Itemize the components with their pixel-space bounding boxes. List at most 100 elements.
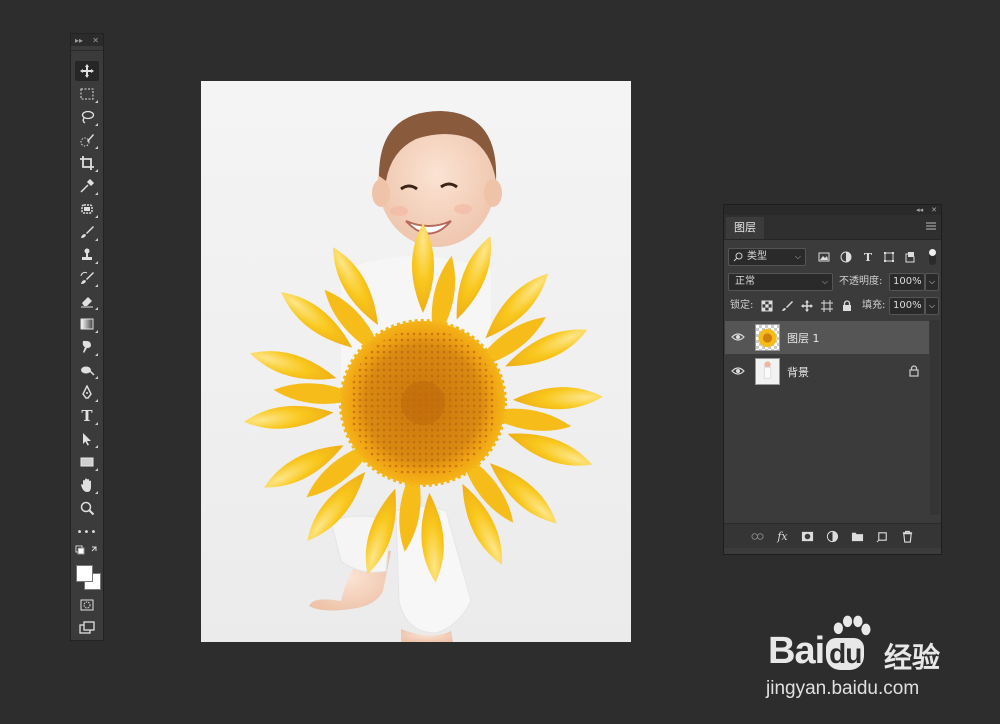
more-icon: ••• — [76, 526, 98, 538]
eyedropper-tool[interactable] — [75, 176, 99, 196]
watermark-brand-du: du — [826, 638, 865, 670]
layer-style-button[interactable]: fx — [775, 528, 791, 544]
panel-titlebar[interactable]: ◂◂ ✕ — [724, 205, 941, 215]
clone-stamp-tool[interactable] — [75, 245, 99, 265]
lock-all[interactable] — [840, 299, 854, 313]
lock-icon — [843, 300, 851, 311]
close-icon[interactable]: ✕ — [931, 206, 937, 214]
chevron-down-icon: ⌵ — [928, 301, 936, 310]
layer-row-background[interactable]: 背景 — [725, 355, 929, 388]
watermark-brand: Bai du — [768, 630, 865, 673]
filter-kind-select[interactable]: 类型 ⌵ — [728, 248, 806, 266]
panel-menu-icon[interactable] — [926, 221, 936, 231]
filter-pixel-layers[interactable] — [817, 250, 831, 264]
close-icon[interactable]: ✕ — [92, 36, 99, 45]
rectangle-tool[interactable] — [75, 452, 99, 472]
panel-tabbar: 图层 — [724, 215, 941, 240]
layers-scrollbar[interactable] — [930, 320, 940, 515]
layer-name[interactable]: 背景 — [787, 364, 809, 380]
filter-smart-objects[interactable] — [903, 250, 917, 264]
collapse-icon[interactable]: ▸▸ — [75, 36, 83, 45]
shape-icon — [884, 252, 894, 262]
move-tool[interactable] — [75, 61, 99, 81]
history-brush-tool[interactable] — [75, 268, 99, 288]
zoom-tool[interactable] — [75, 498, 99, 518]
lock-transparent-pixels[interactable] — [760, 299, 774, 313]
path-selection-tool[interactable] — [75, 429, 99, 449]
link-layers-button[interactable] — [750, 528, 766, 544]
screen-mode-button[interactable] — [75, 618, 99, 638]
watermark-url: jingyan.baidu.com — [766, 678, 920, 699]
image-icon — [818, 252, 830, 262]
smudge-tool[interactable] — [75, 337, 99, 357]
spot-healing-tool[interactable] — [75, 199, 99, 219]
lock-artboards[interactable] — [820, 299, 834, 313]
eraser-tool[interactable] — [75, 291, 99, 311]
layers-panel: ◂◂ ✕ 图层 类型 ⌵ T 正常 ⌵ 不透明度: 100% ⌵ 锁定: 填充:… — [723, 204, 942, 555]
type-tool[interactable]: T — [75, 406, 99, 426]
dodge-icon — [81, 366, 95, 376]
lock-row: 锁定: 填充: 100% ⌵ — [724, 294, 941, 318]
opacity-input[interactable]: 100% — [889, 273, 925, 291]
rectangular-marquee-tool[interactable] — [75, 84, 99, 104]
eye-icon[interactable] — [731, 365, 745, 377]
move-icon — [801, 300, 813, 312]
default-swap-colors-icon — [75, 545, 97, 555]
foreground-color-swatch[interactable] — [76, 565, 93, 582]
filter-shape-layers[interactable] — [882, 250, 896, 264]
lock-image-pixels[interactable] — [780, 299, 794, 313]
document-canvas[interactable] — [201, 81, 631, 642]
new-group-button[interactable] — [850, 528, 866, 544]
layers-bottom-bar: fx — [724, 523, 941, 548]
fill-input[interactable]: 100% — [889, 297, 925, 315]
brush-icon — [782, 301, 793, 311]
tab-layers[interactable]: 图层 — [726, 217, 764, 239]
folder-icon — [851, 532, 864, 541]
brush-tool[interactable] — [75, 222, 99, 242]
layer-row-layer1[interactable]: 图层 1 — [725, 321, 929, 354]
eraser-icon — [81, 297, 93, 308]
delete-layer-button[interactable] — [900, 528, 916, 544]
quick-selection-icon — [80, 134, 94, 147]
tools-panel-grip[interactable] — [71, 46, 103, 51]
pen-tool[interactable] — [75, 383, 99, 403]
filter-adjustment-layers[interactable] — [839, 250, 853, 264]
chevron-down-icon: ⌵ — [821, 277, 828, 286]
blend-row: 正常 ⌵ 不透明度: 100% ⌵ — [724, 270, 941, 294]
color-swap-row — [75, 544, 99, 558]
opacity-label: 不透明度: — [839, 276, 883, 287]
mask-icon — [801, 531, 814, 541]
collapse-icon[interactable]: ◂◂ — [916, 206, 923, 214]
quick-selection-tool[interactable] — [75, 130, 99, 150]
new-layer-button[interactable] — [875, 528, 891, 544]
tools-panel-header[interactable]: ▸▸ ✕ — [71, 34, 103, 46]
blend-mode-value: 正常 — [735, 276, 755, 287]
edit-toolbar-button[interactable]: ••• — [75, 522, 99, 542]
layer-lock-icon[interactable] — [909, 365, 919, 377]
chevron-down-icon: ⌵ — [794, 252, 801, 261]
foreground-background-color[interactable] — [76, 565, 101, 590]
filter-type-layers[interactable]: T — [861, 250, 875, 264]
new-adjustment-layer-button[interactable] — [825, 528, 841, 544]
type-icon: T — [81, 407, 93, 425]
filter-toggle[interactable] — [929, 249, 936, 265]
blend-mode-select[interactable]: 正常 ⌵ — [728, 273, 833, 291]
opacity-dropdown[interactable]: ⌵ — [925, 273, 939, 291]
add-mask-button[interactable] — [800, 528, 816, 544]
hand-tool[interactable] — [75, 475, 99, 495]
marquee-icon — [80, 88, 94, 100]
dodge-tool[interactable] — [75, 360, 99, 380]
artboard-icon — [821, 300, 833, 312]
move-icon — [80, 64, 94, 78]
quick-mask-button[interactable] — [75, 595, 99, 615]
lasso-tool[interactable] — [75, 107, 99, 127]
baby-sunflower-photo — [243, 111, 603, 642]
fx-icon: fx — [777, 529, 788, 543]
gradient-tool[interactable] — [75, 314, 99, 334]
layer-name[interactable]: 图层 1 — [787, 330, 820, 346]
eye-icon[interactable] — [731, 331, 745, 343]
filter-kind-value: 类型 — [747, 251, 767, 262]
lock-position[interactable] — [800, 299, 814, 313]
fill-dropdown[interactable]: ⌵ — [925, 297, 939, 315]
crop-tool[interactable] — [75, 153, 99, 173]
